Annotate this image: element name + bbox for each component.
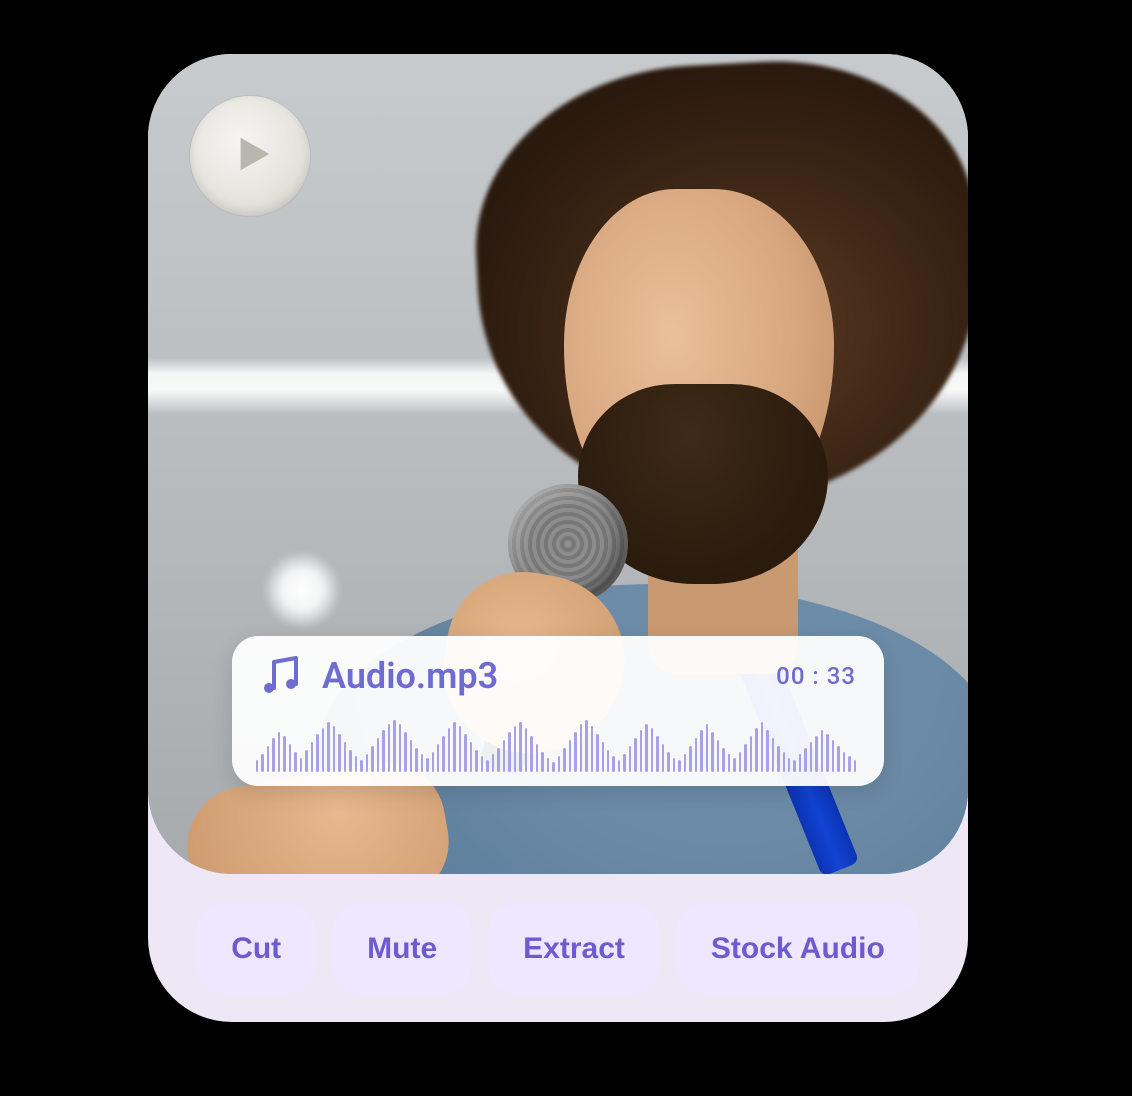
play-icon bbox=[223, 131, 277, 181]
audio-waveform[interactable] bbox=[256, 714, 856, 772]
video-preview[interactable]: Audio.mp3 00 : 33 bbox=[148, 54, 968, 874]
music-note-icon bbox=[256, 652, 304, 700]
audio-editor-card: Audio.mp3 00 : 33 CutMuteExtractStock Au… bbox=[148, 54, 968, 1022]
action-row: CutMuteExtractStock Audio bbox=[148, 904, 968, 994]
cut-button[interactable]: Cut bbox=[197, 904, 315, 994]
audio-clip-bar[interactable]: Audio.mp3 00 : 33 bbox=[232, 636, 884, 786]
audio-timecode: 00 : 33 bbox=[776, 662, 856, 690]
play-button[interactable] bbox=[190, 96, 310, 216]
stock-button[interactable]: Stock Audio bbox=[677, 904, 919, 994]
audio-filename: Audio.mp3 bbox=[322, 655, 758, 697]
extract-button[interactable]: Extract bbox=[489, 904, 659, 994]
mute-button[interactable]: Mute bbox=[333, 904, 471, 994]
